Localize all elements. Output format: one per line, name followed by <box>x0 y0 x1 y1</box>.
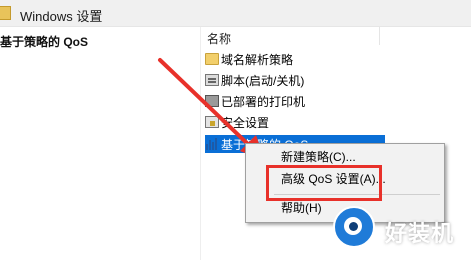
watermark: 好装机 <box>331 206 471 260</box>
watermark-text: 好装机 <box>385 221 455 246</box>
annotation-highlight-box <box>266 165 382 201</box>
eye-logo-icon <box>333 206 375 248</box>
